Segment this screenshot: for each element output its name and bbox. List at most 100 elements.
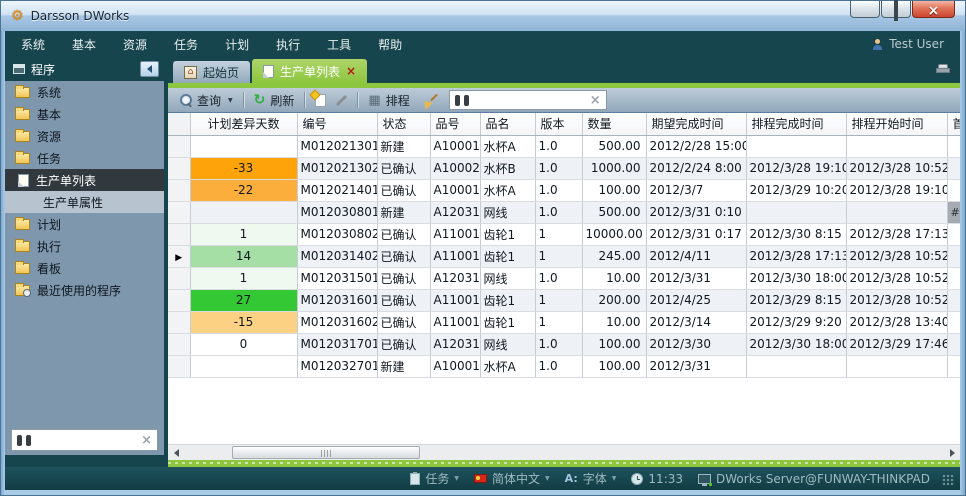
folder-icon [15, 241, 30, 252]
sidebar-item-资源[interactable]: 资源 [5, 125, 164, 147]
cell-qty: 1000.00 [582, 157, 646, 179]
sidebar-item-系统[interactable]: 系统 [5, 81, 164, 103]
resize-grip[interactable] [942, 474, 954, 486]
menu-item-系统[interactable]: 系统 [21, 36, 45, 53]
tab-起始页[interactable]: 起始页 [173, 61, 250, 83]
table-row[interactable]: 14M012031402已确认A11001齿轮11245.002012/4/11… [168, 245, 960, 267]
sidebar-search-clear-icon[interactable] [141, 434, 152, 447]
edit-button[interactable] [331, 92, 352, 109]
cell-sched-start: 2012/3/28 10:52 [846, 267, 947, 289]
cell-plan-diff-days [190, 355, 297, 377]
minimize-button[interactable] [850, 1, 880, 18]
column-header-编号[interactable]: 编号 [297, 113, 377, 135]
sidebar-item-基本[interactable]: 基本 [5, 103, 164, 125]
cell-status: 已确认 [377, 179, 430, 201]
sidebar-collapse-button[interactable] [140, 61, 159, 77]
cell-status: 已确认 [377, 223, 430, 245]
table-row[interactable]: 1M012031501已确认A12031网线1.010.002012/3/312… [168, 267, 960, 289]
main-area: 起始页生产单列表 查询 刷新 [168, 57, 960, 467]
window-controls [849, 1, 955, 18]
cell-item-name: 水杯A [480, 135, 535, 157]
tab-strip: 起始页生产单列表 [168, 57, 960, 83]
maximize-button[interactable] [881, 1, 911, 18]
status-language-menu[interactable]: 简体中文 [474, 470, 550, 487]
scroll-right-arrow[interactable] [944, 445, 960, 460]
table-row[interactable]: M012030801新建A12031网线1.0500.002012/3/31 0… [168, 201, 960, 223]
table-row[interactable]: -15M012031602已确认A11001齿轮1110.002012/3/14… [168, 311, 960, 333]
table-row[interactable]: 27M012031601已确认A11001齿轮11200.002012/4/25… [168, 289, 960, 311]
sidebar-bottom-strip [5, 455, 164, 467]
refresh-button[interactable]: 刷新 [249, 90, 300, 111]
menu-item-资源[interactable]: 资源 [123, 36, 147, 53]
column-header-品名[interactable]: 品名 [480, 113, 535, 135]
app-body: 程序 系统基本资源任务生产单列表生产单属性计划执行看板最近使用的程序 起始页生产… [5, 57, 960, 467]
column-header-品号[interactable]: 品号 [430, 113, 480, 135]
scroll-left-arrow[interactable] [168, 445, 184, 460]
close-tab-icon[interactable] [346, 65, 356, 77]
cell-sched-finish [746, 355, 846, 377]
column-header-期望完成时间[interactable]: 期望完成时间 [646, 113, 746, 135]
sidebar-item-生产单列表[interactable]: 生产单列表 [5, 169, 164, 191]
cell-code: M012031602 [297, 311, 377, 333]
tab-生产单列表[interactable]: 生产单列表 [252, 59, 367, 83]
cell-qty: 245.00 [582, 245, 646, 267]
menu-item-工具[interactable]: 工具 [327, 36, 351, 53]
status-server: DWorks Server@FUNWAY-THINKPAD [698, 472, 930, 486]
schedule-button[interactable]: 排程 [363, 90, 414, 111]
column-header-selector[interactable] [168, 113, 190, 135]
toolbar-search-input[interactable] [473, 93, 586, 107]
column-header-状态[interactable]: 状态 [377, 113, 430, 135]
app-gear-icon: ⚙ [11, 9, 24, 23]
toolbar-separator [243, 92, 244, 108]
pin-icon[interactable] [936, 64, 948, 73]
user-box[interactable]: Test User [872, 37, 944, 51]
menu-item-执行[interactable]: 执行 [276, 36, 300, 53]
sidebar-item-生产单属性[interactable]: 生产单属性 [5, 191, 164, 213]
table-row[interactable]: -22M012021401已确认A10001水杯A1.0100.002012/3… [168, 179, 960, 201]
sidebar-item-任务[interactable]: 任务 [5, 147, 164, 169]
menu-item-计划[interactable]: 计划 [225, 36, 249, 53]
table-row[interactable]: M012032701新建A10001水杯A1.0100.002012/3/31 [168, 355, 960, 377]
sidebar-item-label: 看板 [37, 260, 61, 277]
horizontal-scrollbar[interactable] [168, 444, 960, 460]
column-header-计划差异天数[interactable]: 计划差异天数 [190, 113, 297, 135]
close-icon [928, 0, 940, 19]
user-icon [872, 39, 883, 50]
column-header-排程开始时间[interactable]: 排程开始时间 [846, 113, 947, 135]
close-button[interactable] [912, 1, 955, 18]
task-clipboard-icon [410, 473, 420, 485]
cell-expected-finish: 2012/2/24 8:00 [646, 157, 746, 179]
cell-status: 已确认 [377, 289, 430, 311]
sidebar-item-看板[interactable]: 看板 [5, 257, 164, 279]
clear-schedule-button[interactable] [415, 91, 441, 110]
table-row[interactable]: 0M012031701已确认A12031网线1.0100.002012/3/30… [168, 333, 960, 355]
table-row[interactable]: -33M012021302已确认A10002水杯B1.01000.002012/… [168, 157, 960, 179]
new-button[interactable] [310, 92, 331, 109]
query-button[interactable]: 查询 [175, 90, 238, 111]
maximize-icon [894, 0, 898, 19]
column-header-首[interactable]: 首 [947, 113, 960, 135]
table-row[interactable]: 1M012030802已确认A11001齿轮1110000.002012/3/3… [168, 223, 960, 245]
status-font-menu[interactable]: 字体 [565, 470, 617, 487]
sidebar-item-最近使用的程序[interactable]: 最近使用的程序 [5, 279, 164, 301]
sidebar-item-执行[interactable]: 执行 [5, 235, 164, 257]
scrollbar-thumb[interactable] [232, 446, 420, 459]
menu-item-帮助[interactable]: 帮助 [378, 36, 402, 53]
cell-flag [947, 245, 960, 267]
table-row[interactable]: M012021301新建A10001水杯A1.0500.002012/2/28 … [168, 135, 960, 157]
toolbar-search-clear-icon[interactable] [590, 94, 601, 107]
column-header-数量[interactable]: 数量 [582, 113, 646, 135]
column-header-排程完成时间[interactable]: 排程完成时间 [746, 113, 846, 135]
cell-version: 1.0 [535, 157, 582, 179]
cell-version: 1 [535, 223, 582, 245]
cell-qty: 10000.00 [582, 223, 646, 245]
sidebar-item-计划[interactable]: 计划 [5, 213, 164, 235]
column-header-版本[interactable]: 版本 [535, 113, 582, 135]
status-task-menu[interactable]: 任务 [410, 470, 459, 487]
menu-item-任务[interactable]: 任务 [174, 36, 198, 53]
sidebar-search-input[interactable] [35, 433, 137, 447]
cell-sched-start [846, 135, 947, 157]
cell-item-no: A12031 [430, 201, 480, 223]
cell-item-name: 水杯B [480, 157, 535, 179]
menu-item-基本[interactable]: 基本 [72, 36, 96, 53]
